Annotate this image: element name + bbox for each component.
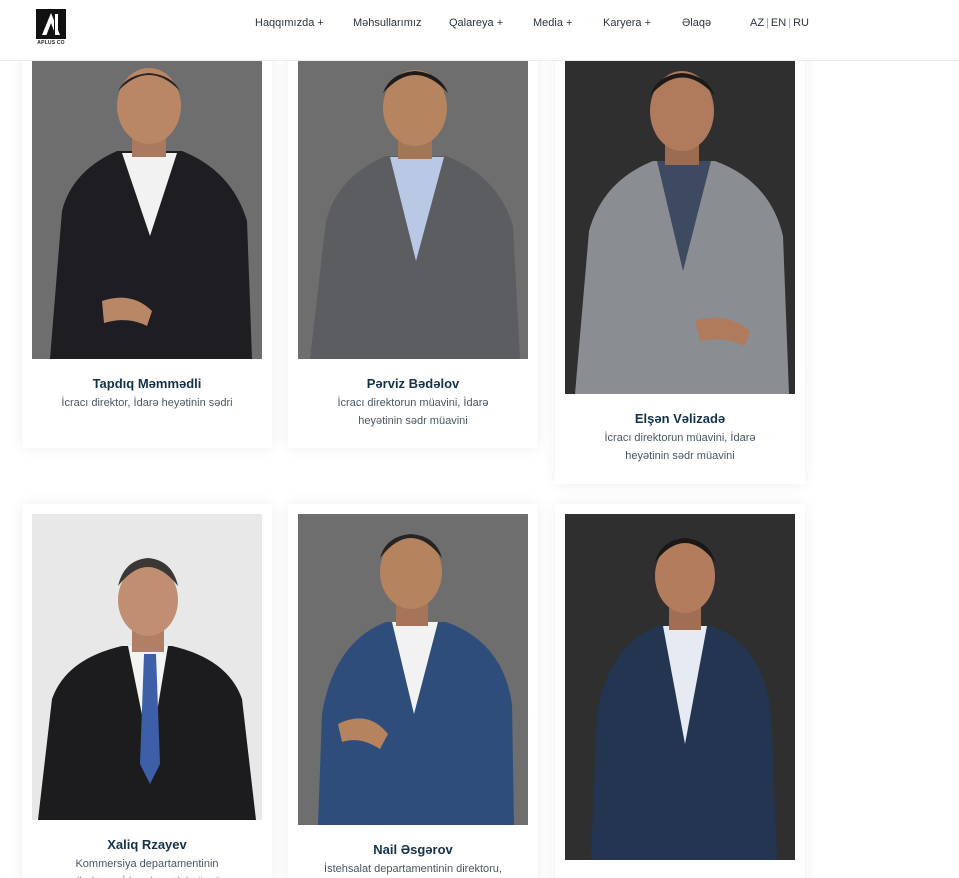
nav-item-gallery[interactable]: Qalareya + <box>449 17 503 29</box>
person-name: Nail Əsgərov <box>373 842 453 857</box>
site-header: APLUS CO Haqqımızda + Məhsullarımız Qala… <box>0 0 959 61</box>
person-silhouette-icon <box>565 61 795 394</box>
person-photo <box>565 61 795 394</box>
nav-item-career[interactable]: Karyera + <box>603 17 651 29</box>
person-name: Xaliq Rzayev <box>107 837 187 852</box>
team-card[interactable]: Xaliq Rzayev Kommersiya departamentinin … <box>22 504 272 878</box>
team-card[interactable]: Nail Əsgərov İstehsalat departamentinin … <box>288 504 538 878</box>
lang-separator: | <box>766 17 769 29</box>
person-role: İcracı direktorun müavini, İdarə heyətin… <box>337 397 489 427</box>
person-role: İcracı direktorun müavini, İdarə heyətin… <box>604 432 756 462</box>
logo-mark-icon <box>36 9 66 39</box>
logo-text: APLUS CO <box>37 40 65 46</box>
lang-az[interactable]: AZ <box>750 17 764 29</box>
nav-item-contact[interactable]: Əlaqə <box>682 17 711 29</box>
person-name: Elşən Vəlizadə <box>634 411 726 426</box>
person-role: İstehsalat departamentinin direktoru, <box>324 863 502 875</box>
person-name: Pərviz Bədəlov <box>366 376 460 391</box>
aplus-logo[interactable]: APLUS CO <box>36 9 66 46</box>
person-silhouette-icon <box>298 61 528 359</box>
person-name: Tapdıq Məmmədli <box>92 376 202 391</box>
language-switcher: AZ | EN | RU <box>750 17 809 29</box>
team-card[interactable]: Pərviz Bədəlov İcracı direktorun müavini… <box>288 40 538 448</box>
lang-en[interactable]: EN <box>771 17 786 29</box>
nav-item-media[interactable]: Media + <box>533 17 572 29</box>
lang-ru[interactable]: RU <box>793 17 809 29</box>
person-silhouette-icon <box>565 514 795 860</box>
person-role: Kommersiya departamentinin direktoru, İd… <box>73 858 220 878</box>
person-silhouette-icon <box>298 514 528 825</box>
team-card[interactable]: Tapdıq Məmmədli İcracı direktor, İdarə h… <box>22 40 272 448</box>
person-photo <box>565 514 795 860</box>
person-role: İcracı direktor, İdarə heyətinin sədri <box>61 397 233 409</box>
person-photo <box>298 61 528 359</box>
nav-item-about[interactable]: Haqqımızda + <box>255 17 324 29</box>
person-photo <box>32 61 262 359</box>
person-silhouette-icon <box>32 61 262 359</box>
person-photo <box>298 514 528 825</box>
team-card[interactable] <box>555 504 805 878</box>
nav-item-products[interactable]: Məhsullarımız <box>353 17 421 29</box>
person-silhouette-icon <box>32 514 262 820</box>
person-photo <box>32 514 262 820</box>
team-card[interactable]: Elşən Vəlizadə İcracı direktorun müavini… <box>555 40 805 484</box>
